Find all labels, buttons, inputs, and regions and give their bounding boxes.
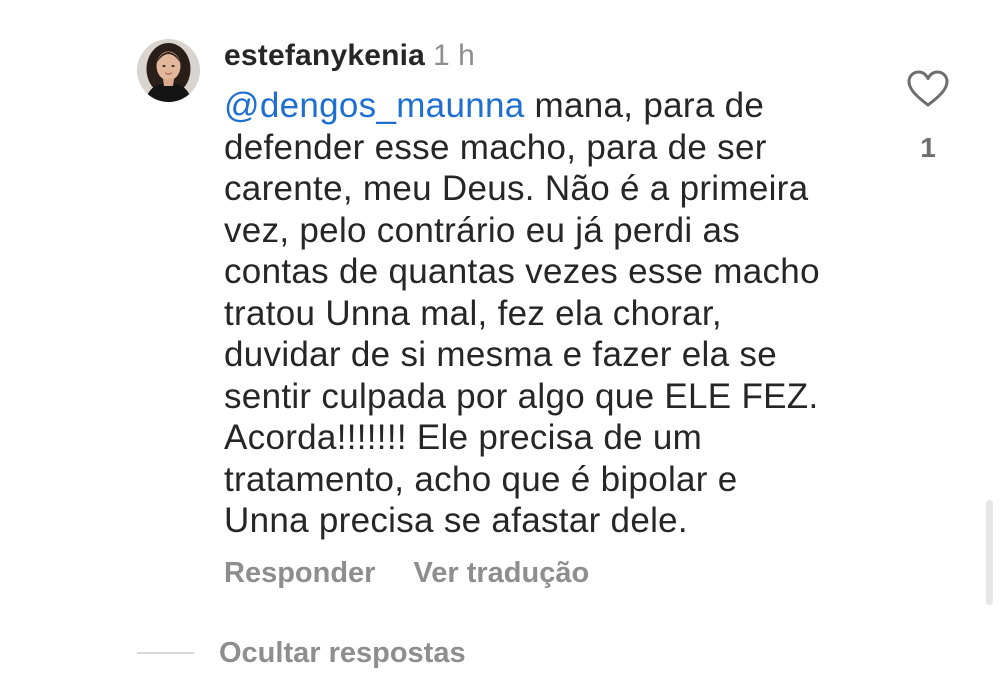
comment-line: tratou Unna mal, fez ela chorar, — [224, 293, 722, 333]
comment-line: tratamento, acho que é bipolar e — [224, 459, 738, 499]
replies-toggle-row: Ocultar respostas — [137, 633, 466, 673]
replies-divider — [137, 652, 194, 654]
comment-line: vez, pelo contrário eu já perdi as — [224, 210, 741, 250]
comment-line: Unna precisa se afastar dele. — [224, 501, 688, 540]
comment-text: @dengos_maunna mana, para de defender es… — [224, 85, 884, 542]
like-count: 1 — [920, 132, 936, 163]
avatar-photo — [137, 39, 200, 102]
like-area: 1 — [900, 70, 956, 164]
avatar[interactable] — [137, 39, 200, 102]
reply-button[interactable]: Responder — [224, 557, 375, 589]
mention-link[interactable]: @dengos_maunna — [224, 86, 525, 125]
comment-line: carente, meu Deus. Não é a primeira — [224, 169, 809, 208]
heart-outline-icon[interactable] — [907, 70, 949, 108]
scrollbar[interactable] — [986, 500, 993, 605]
username[interactable]: estefanykenia — [224, 39, 425, 72]
hide-replies-button[interactable]: Ocultar respostas — [219, 637, 466, 670]
translate-button[interactable]: Ver tradução — [413, 557, 589, 589]
comment-line-text: mana, para de — [524, 86, 765, 125]
comment-line: Acorda!!!!!!! Ele precisa de um — [224, 418, 703, 457]
comment-line: contas de quantas vezes esse macho — [224, 252, 820, 291]
comment-line: defender esse macho, para de ser — [224, 127, 767, 167]
comment-line: duvidar de si mesma e fazer ela se — [224, 335, 777, 374]
comment-line: sentir culpada por algo que ELE FEZ. — [224, 376, 819, 416]
comment-screen: estefanykenia 1 h @dengos_maunna mana, pa… — [0, 0, 1000, 683]
timestamp: 1 h — [433, 39, 475, 72]
comment-line: @dengos_maunna mana, para de — [224, 85, 884, 127]
comment-header: estefanykenia 1 h — [224, 38, 475, 74]
comment-actions: Responder Ver tradução — [224, 555, 627, 591]
